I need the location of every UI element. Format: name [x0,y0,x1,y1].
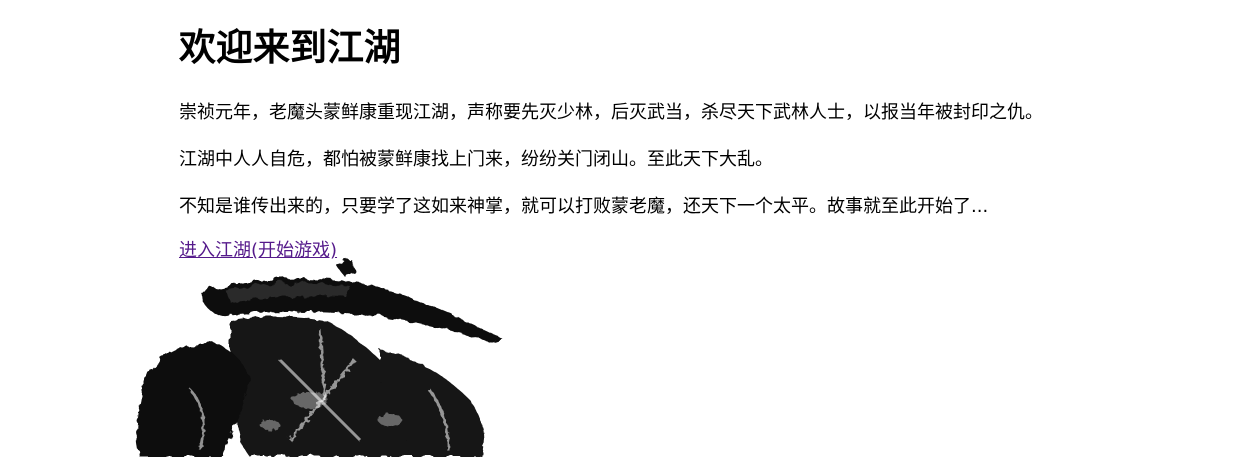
main-content: 欢迎来到江湖 崇祯元年，老魔头蒙鲜康重现江湖，声称要先灭少林，后灭武当，杀尽天下… [179,0,1179,261]
story-paragraph-2: 江湖中人人自危，都怕被蒙鲜康找上门来，纷纷关门闭山。至此天下大乱。 [179,149,773,170]
page-title: 欢迎来到江湖 [179,26,401,69]
ink-swordsman-illustration [130,250,510,457]
story-paragraph-3: 不知是谁传出来的，只要学了这如来神掌，就可以打败蒙老魔，还天下一个太平。故事就至… [179,196,989,217]
story-paragraph-1: 崇祯元年，老魔头蒙鲜康重现江湖，声称要先灭少林，后灭武当，杀尽天下武林人士，以报… [179,102,1043,123]
